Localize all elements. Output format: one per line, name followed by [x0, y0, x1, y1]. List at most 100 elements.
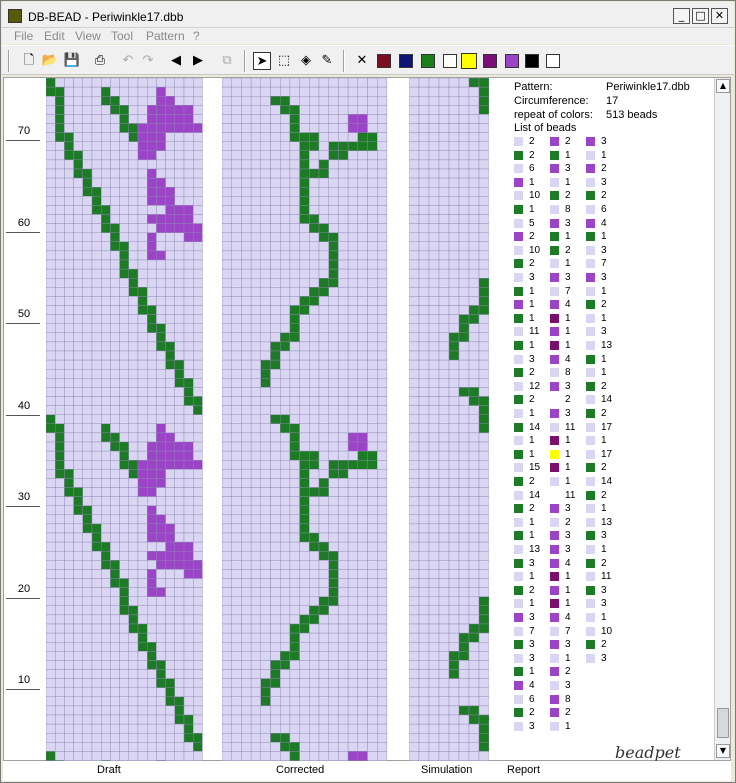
bead-cell[interactable]: [448, 623, 460, 634]
bead-cell[interactable]: [146, 532, 157, 543]
bead-cell[interactable]: [241, 359, 252, 370]
bead-cell[interactable]: [174, 642, 185, 652]
bead-cell[interactable]: [192, 623, 203, 634]
bead-cell[interactable]: [468, 241, 480, 252]
bead-cell[interactable]: [458, 123, 470, 133]
bead-cell[interactable]: [328, 569, 339, 579]
bead-cell[interactable]: [299, 314, 310, 324]
bead-cell[interactable]: [110, 569, 120, 579]
bead-cell[interactable]: [309, 150, 320, 161]
bead-cell[interactable]: [192, 514, 203, 525]
bead-cell[interactable]: [165, 323, 175, 333]
bead-cell[interactable]: [309, 523, 320, 534]
bead-cell[interactable]: [128, 478, 139, 488]
bead-cell[interactable]: [119, 287, 129, 297]
bead-cell[interactable]: [338, 341, 349, 352]
bead-cell[interactable]: [183, 86, 194, 97]
bead-cell[interactable]: [128, 705, 139, 716]
bead-cell[interactable]: [46, 651, 56, 661]
bead-cell[interactable]: [478, 751, 489, 761]
bead-cell[interactable]: [119, 623, 129, 634]
bead-cell[interactable]: [73, 250, 84, 261]
bead-cell[interactable]: [110, 687, 120, 698]
bead-cell[interactable]: [110, 541, 120, 552]
bead-cell[interactable]: [156, 742, 166, 752]
bead-cell[interactable]: [468, 514, 480, 525]
bead-cell[interactable]: [376, 114, 388, 124]
bead-cell[interactable]: [280, 733, 291, 743]
bead-cell[interactable]: [280, 305, 291, 315]
bead-cell[interactable]: [309, 651, 320, 661]
bead-cell[interactable]: [192, 478, 203, 488]
bead-cell[interactable]: [468, 168, 480, 179]
bead-cell[interactable]: [299, 96, 310, 106]
bead-cell[interactable]: [367, 378, 378, 388]
bead-cell[interactable]: [250, 632, 262, 643]
bead-cell[interactable]: [110, 277, 120, 288]
bead-cell[interactable]: [289, 305, 300, 315]
bead-cell[interactable]: [260, 141, 271, 152]
bead-cell[interactable]: [289, 287, 300, 297]
bead-cell[interactable]: [231, 114, 242, 124]
bead-cell[interactable]: [438, 723, 450, 734]
bead-cell[interactable]: [231, 723, 242, 734]
bead-cell[interactable]: [110, 405, 120, 415]
bead-cell[interactable]: [428, 150, 440, 161]
bead-cell[interactable]: [347, 223, 358, 233]
bead-cell[interactable]: [338, 669, 349, 679]
bead-cell[interactable]: [338, 541, 349, 552]
bead-cell[interactable]: [192, 186, 203, 197]
bead-cell[interactable]: [91, 250, 102, 261]
bead-cell[interactable]: [183, 186, 194, 197]
bead-cell[interactable]: [478, 705, 489, 716]
bead-cell[interactable]: [137, 323, 148, 333]
bead-cell[interactable]: [367, 177, 378, 188]
bead-cell[interactable]: [458, 660, 470, 670]
bead-cell[interactable]: [418, 396, 430, 406]
bead-cell[interactable]: [156, 205, 166, 215]
bead-cell[interactable]: [110, 578, 120, 588]
bead-cell[interactable]: [309, 387, 320, 397]
bead-cell[interactable]: [73, 186, 84, 197]
bead-cell[interactable]: [357, 469, 368, 479]
bead-cell[interactable]: [280, 250, 291, 261]
bead-cell[interactable]: [289, 614, 300, 625]
bead-cell[interactable]: [458, 551, 470, 561]
bead-cell[interactable]: [338, 150, 349, 161]
bead-cell[interactable]: [260, 369, 271, 379]
bead-cell[interactable]: [418, 296, 430, 306]
color-swatch-navy[interactable]: [399, 54, 413, 68]
bead-cell[interactable]: [222, 441, 232, 452]
bead-cell[interactable]: [357, 587, 368, 597]
bead-cell[interactable]: [110, 296, 120, 306]
bead-cell[interactable]: [367, 705, 378, 716]
bead-cell[interactable]: [174, 287, 185, 297]
bead-cell[interactable]: [64, 250, 74, 261]
bead-cell[interactable]: [82, 177, 93, 188]
bead-cell[interactable]: [241, 205, 252, 215]
bead-cell[interactable]: [137, 487, 148, 497]
bead-cell[interactable]: [250, 414, 262, 425]
bead-cell[interactable]: [260, 332, 271, 343]
bead-cell[interactable]: [409, 742, 420, 752]
bead-cell[interactable]: [222, 614, 232, 625]
bead-cell[interactable]: [192, 523, 203, 534]
bead-cell[interactable]: [183, 396, 194, 406]
bead-cell[interactable]: [91, 132, 102, 142]
bead-cell[interactable]: [357, 105, 368, 115]
bead-cell[interactable]: [280, 132, 291, 142]
bead-cell[interactable]: [46, 578, 56, 588]
bead-cell[interactable]: [156, 651, 166, 661]
bead-cell[interactable]: [328, 359, 339, 370]
bead-cell[interactable]: [418, 742, 430, 752]
bead-cell[interactable]: [119, 478, 129, 488]
bead-cell[interactable]: [367, 614, 378, 625]
bead-cell[interactable]: [165, 287, 175, 297]
bead-cell[interactable]: [64, 305, 74, 315]
bead-cell[interactable]: [328, 387, 339, 397]
bead-cell[interactable]: [91, 341, 102, 352]
bead-cell[interactable]: [428, 86, 440, 97]
bead-cell[interactable]: [299, 505, 310, 516]
bead-cell[interactable]: [409, 341, 420, 352]
bead-cell[interactable]: [270, 651, 281, 661]
